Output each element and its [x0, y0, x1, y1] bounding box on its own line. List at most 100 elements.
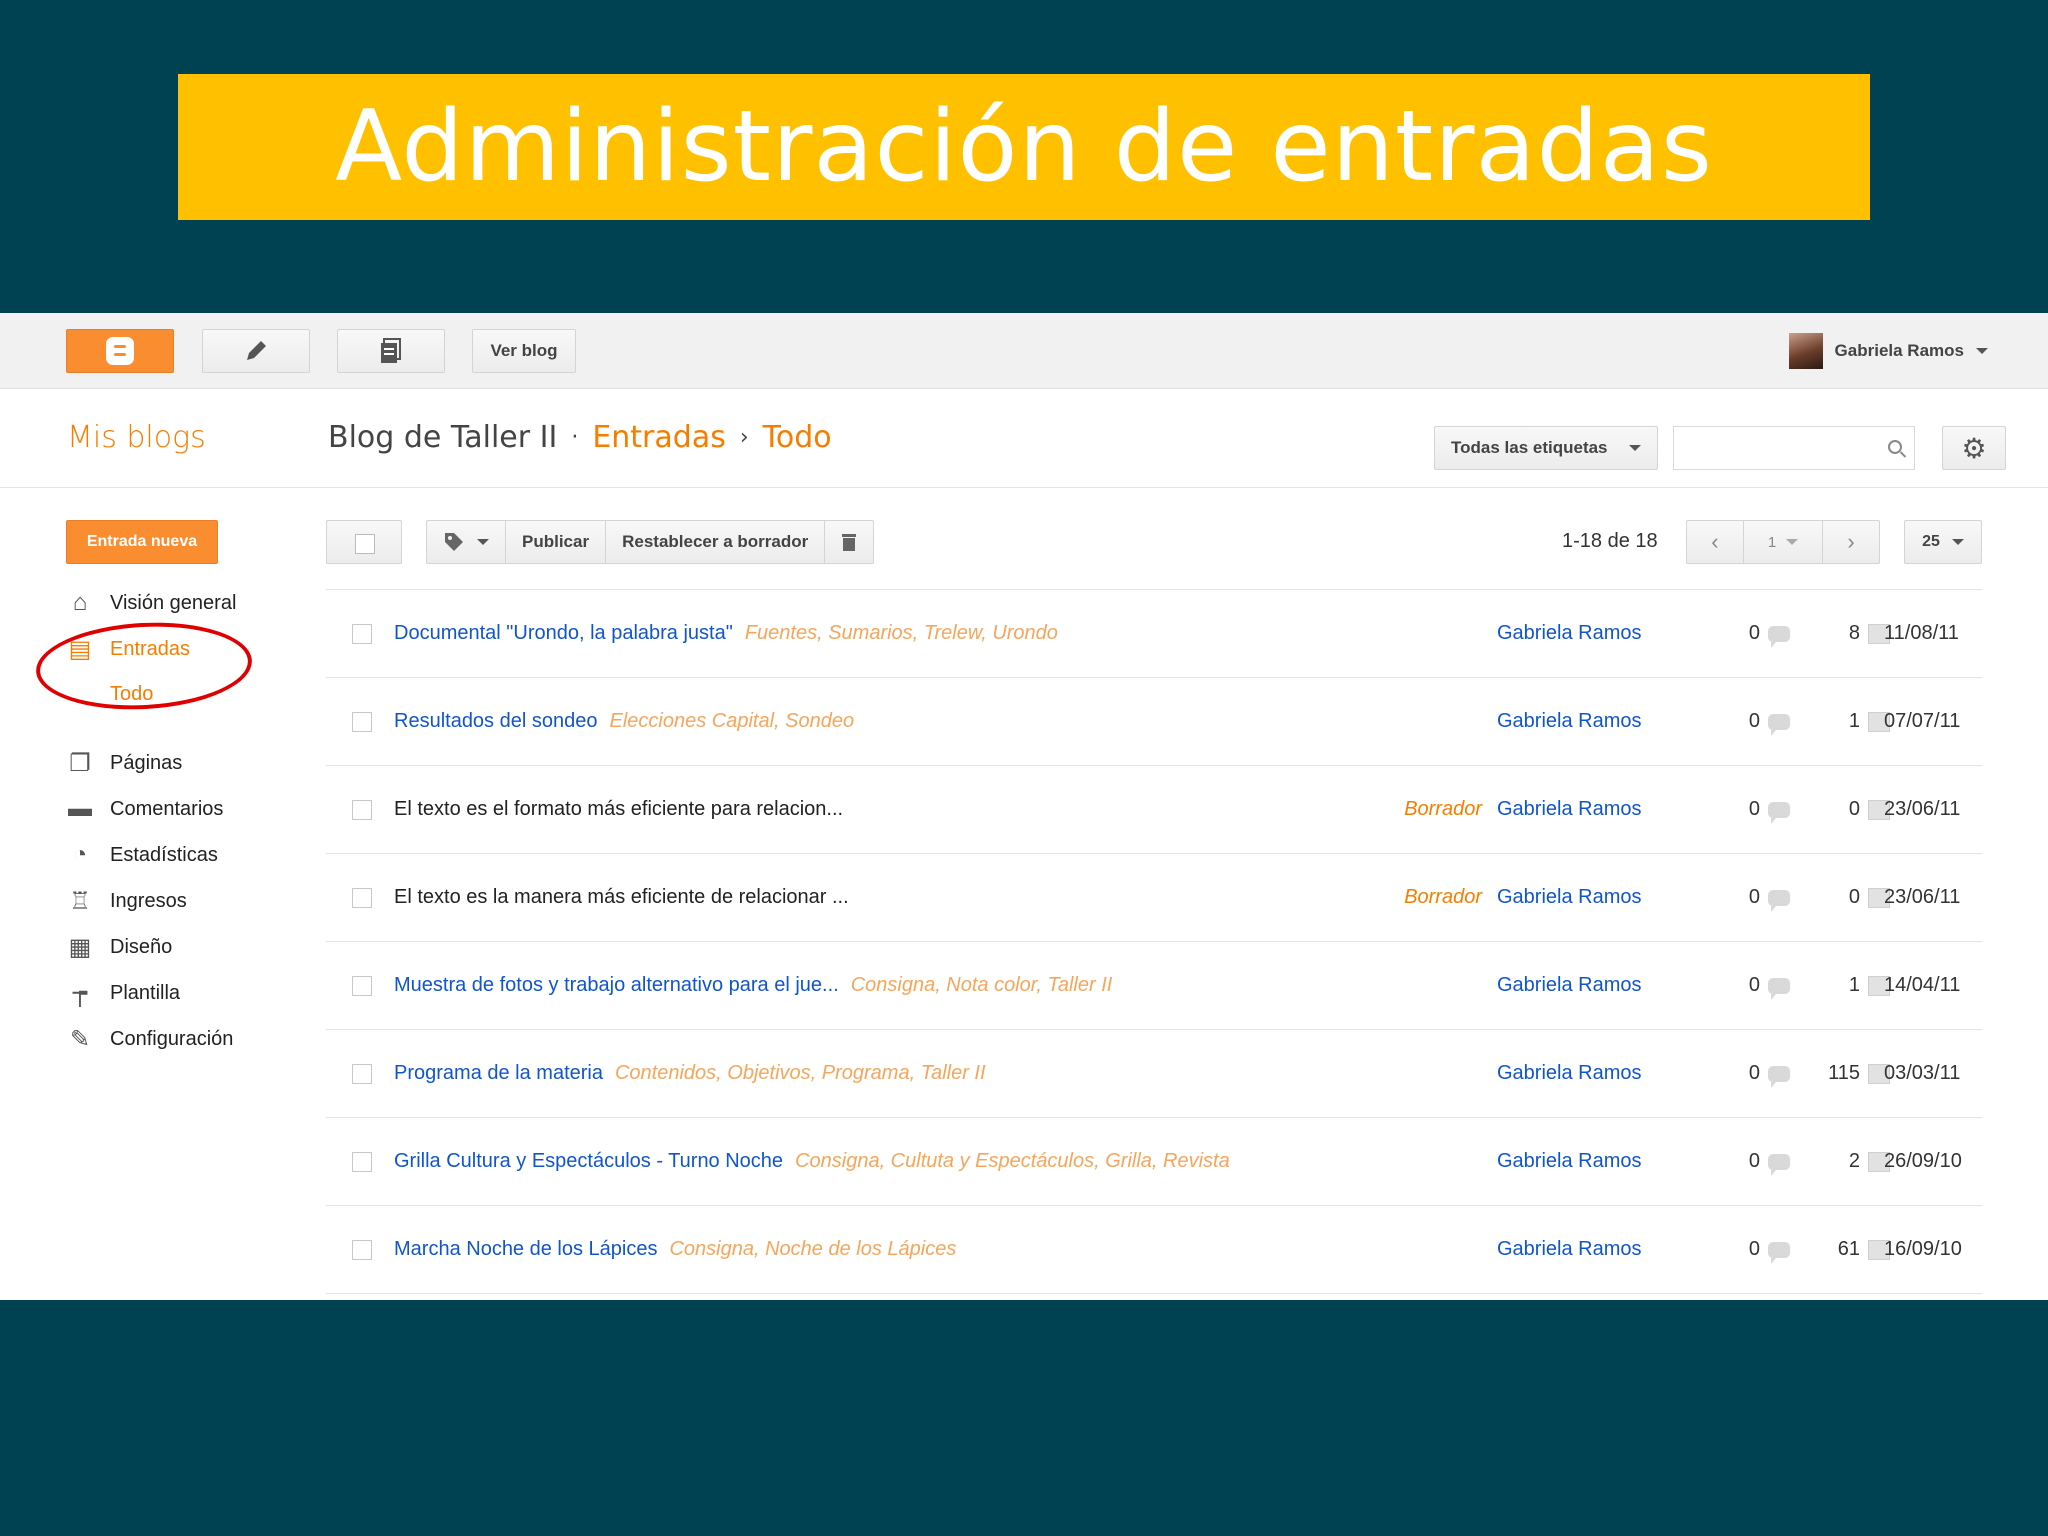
post-title[interactable]: El texto es la manera más eficiente de r…: [394, 886, 849, 908]
post-author[interactable]: Gabriela Ramos: [1497, 974, 1642, 997]
post-title[interactable]: Grilla Cultura y Espectáculos - Turno No…: [394, 1150, 783, 1172]
sidebar-item-layout[interactable]: ▦ Diseño: [66, 924, 296, 970]
blogger-home-button[interactable]: [66, 329, 174, 373]
new-post-button[interactable]: Entrada nueva: [66, 520, 218, 564]
post-date: 14/04/11: [1884, 974, 1961, 996]
sidebar-item-template[interactable]: ┮ Plantilla: [66, 970, 296, 1016]
comment-count: 0: [1700, 1150, 1790, 1176]
chevron-down-icon: [1976, 348, 1988, 354]
sidebar-item-overview[interactable]: ⌂ Visión general: [66, 580, 296, 626]
revert-to-draft-button[interactable]: Restablecer a borrador: [606, 521, 826, 563]
post-author[interactable]: Gabriela Ramos: [1497, 798, 1642, 821]
table-row[interactable]: Documental "Urondo, la palabra justa" Fue…: [326, 590, 1982, 678]
settings-button[interactable]: ⚙: [1942, 426, 2006, 470]
sidebar-item-label: Configuración: [110, 1027, 234, 1050]
post-date: 11/08/11: [1884, 622, 1959, 644]
table-row[interactable]: Programa de la materia Contenidos, Objeti…: [326, 1030, 1982, 1118]
comment-count: 0: [1700, 886, 1790, 912]
page-select[interactable]: 1: [1742, 521, 1824, 563]
page-number: 1: [1767, 533, 1777, 551]
comment-icon: ▬: [68, 795, 92, 822]
new-post-pencil-button[interactable]: [202, 329, 310, 373]
row-checkbox[interactable]: [352, 1152, 372, 1172]
row-checkbox[interactable]: [352, 976, 372, 996]
post-title[interactable]: Muestra de fotos y trabajo alternativo p…: [394, 974, 839, 996]
chevron-left-icon: ‹: [1711, 529, 1719, 554]
user-menu[interactable]: Gabriela Ramos: [1788, 329, 1988, 373]
comment-count: 0: [1700, 710, 1790, 736]
post-labels: Consigna, Nota color, Taller II: [850, 974, 1113, 996]
row-checkbox[interactable]: [352, 712, 372, 732]
post-title[interactable]: El texto es el formato más eficiente par…: [394, 798, 843, 820]
search-input[interactable]: [1673, 426, 1915, 470]
select-all-checkbox[interactable]: [326, 520, 402, 564]
sidebar-item-stats[interactable]: ◔ Estadísticas: [66, 832, 296, 878]
row-checkbox[interactable]: [352, 1240, 372, 1260]
subheader: Mis blogs Blog de Taller II · Entradas ›…: [0, 390, 2048, 488]
chevron-right-icon: ›: [1847, 529, 1855, 554]
next-page-button[interactable]: ›: [1823, 521, 1879, 563]
labels-filter-select[interactable]: Todas las etiquetas: [1434, 426, 1658, 470]
post-actions-group: Publicar Restablecer a borrador: [426, 520, 875, 564]
table-row[interactable]: Grilla Cultura y Espectáculos - Turno No…: [326, 1118, 1982, 1206]
post-author[interactable]: Gabriela Ramos: [1497, 886, 1642, 909]
posts-table: Documental "Urondo, la palabra justa" Fue…: [326, 589, 1982, 1294]
post-title[interactable]: Resultados del sondeo: [394, 710, 597, 732]
document-icon: [381, 338, 401, 363]
sidebar-item-settings[interactable]: ✎ Configuración: [66, 1016, 296, 1062]
table-row[interactable]: El texto es la manera más eficiente de r…: [326, 854, 1982, 942]
breadcrumb: Blog de Taller II · Entradas › Todo: [328, 420, 832, 455]
breadcrumb-blog[interactable]: Blog de Taller II: [328, 420, 557, 455]
comment-count: 0: [1700, 1238, 1790, 1264]
prev-page-button[interactable]: ‹: [1687, 521, 1743, 563]
row-checkbox[interactable]: [352, 624, 372, 644]
row-checkbox[interactable]: [352, 888, 372, 908]
posts-count: 1-18 de 18: [1562, 530, 1658, 552]
sidebar-item-label: Páginas: [110, 751, 183, 774]
labels-button[interactable]: [427, 521, 506, 563]
breadcrumb-section[interactable]: Entradas: [592, 420, 726, 455]
post-title[interactable]: Programa de la materia: [394, 1062, 603, 1084]
post-labels: Consigna, Noche de los Lápices: [669, 1238, 957, 1260]
row-checkbox[interactable]: [352, 800, 372, 820]
per-page-value: 25: [1922, 533, 1940, 550]
trophy-icon: ♖: [69, 887, 91, 915]
my-blogs-link[interactable]: Mis blogs: [67, 420, 206, 455]
post-author[interactable]: Gabriela Ramos: [1497, 1150, 1642, 1173]
comment-icon: [1768, 1153, 1790, 1176]
view-blog-button[interactable]: Ver blog: [472, 329, 576, 373]
post-author[interactable]: Gabriela Ramos: [1497, 622, 1642, 645]
post-author[interactable]: Gabriela Ramos: [1497, 710, 1642, 733]
posts-list-button[interactable]: [337, 329, 445, 373]
comment-count: 0: [1700, 622, 1790, 648]
table-row[interactable]: Muestra de fotos y trabajo alternativo p…: [326, 942, 1982, 1030]
comment-icon: [1768, 889, 1790, 912]
row-checkbox[interactable]: [352, 1064, 372, 1084]
comment-icon: [1768, 977, 1790, 1000]
post-author[interactable]: Gabriela Ramos: [1497, 1062, 1642, 1085]
per-page-select[interactable]: 25: [1904, 520, 1982, 564]
table-row[interactable]: El texto es el formato más eficiente par…: [326, 766, 1982, 854]
post-title[interactable]: Marcha Noche de los Lápices: [394, 1238, 657, 1260]
post-labels: Fuentes, Sumarios, Trelew, Urondo: [744, 622, 1058, 644]
post-labels: Contenidos, Objetivos, Programa, Taller …: [614, 1062, 986, 1084]
comment-icon: [1768, 625, 1790, 648]
post-date: 16/09/10: [1884, 1238, 1962, 1260]
search-icon[interactable]: [1888, 440, 1902, 454]
sidebar-item-earnings[interactable]: ♖ Ingresos: [66, 878, 296, 924]
wrench-icon: ✎: [69, 1025, 91, 1053]
sidebar-item-pages[interactable]: ❐ Páginas: [66, 740, 296, 786]
table-row[interactable]: Resultados del sondeo Elecciones Capital,…: [326, 678, 1982, 766]
posts-action-bar: Publicar Restablecer a borrador 1-18 de …: [326, 520, 1982, 564]
post-date: 23/06/11: [1884, 798, 1961, 820]
comment-count: 0: [1700, 798, 1790, 824]
post-author[interactable]: Gabriela Ramos: [1497, 1238, 1642, 1261]
post-title[interactable]: Documental "Urondo, la palabra justa": [394, 622, 733, 644]
comment-icon: [1768, 801, 1790, 824]
delete-button[interactable]: [825, 521, 873, 563]
table-row[interactable]: Marcha Noche de los Lápices Consigna, Noc…: [326, 1206, 1982, 1294]
sidebar-item-comments[interactable]: ▬ Comentarios: [66, 786, 296, 832]
publish-button[interactable]: Publicar: [506, 521, 607, 563]
pie-chart-icon: ◔: [72, 841, 88, 868]
pagination: ‹ 1 ›: [1686, 520, 1880, 564]
